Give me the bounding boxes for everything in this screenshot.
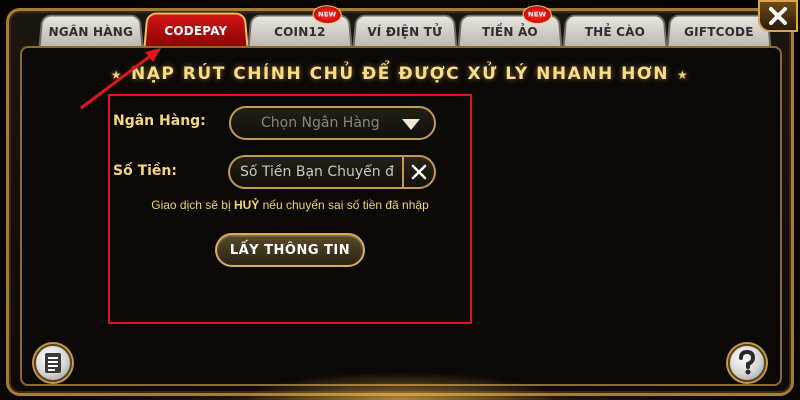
bank-select[interactable]: Chọn Ngân Hàng xyxy=(229,106,436,140)
notice-emphasis: HUỶ xyxy=(233,198,260,212)
question-mark-icon xyxy=(739,350,756,375)
history-button[interactable] xyxy=(34,344,72,382)
tab-giftcode[interactable]: GIFTCODE xyxy=(666,14,772,49)
bank-label: Ngân Hàng: xyxy=(113,113,206,129)
tab-label: NGÂN HÀNG xyxy=(48,25,134,40)
tab-label: TIỀN ẢO xyxy=(481,25,539,40)
list-document-icon xyxy=(45,353,61,373)
notice-text: nếu chuyển sai số tiền đã nhập xyxy=(259,198,429,212)
caret-down-icon xyxy=(402,119,420,130)
close-icon xyxy=(769,7,787,25)
new-badge: NEW xyxy=(312,5,343,24)
tab-label: VÍ ĐIỆN TỬ xyxy=(366,25,444,40)
cancel-warning: Giao dịch sẽ bị HUỶ nếu chuyển sai số ti… xyxy=(108,198,472,212)
x-icon xyxy=(411,164,427,180)
star-icon: ★ xyxy=(676,68,690,82)
clear-amount-button[interactable] xyxy=(402,155,436,189)
bank-select-value: Chọn Ngân Hàng xyxy=(261,115,380,131)
tab-label: COIN12 xyxy=(274,25,327,40)
tab-the-cao[interactable]: THẺ CÀO xyxy=(562,14,667,49)
help-button[interactable] xyxy=(728,344,766,382)
tab-label: GIFTCODE xyxy=(683,25,755,40)
page-heading-text: NẠP RÚT CHÍNH CHỦ ĐỂ ĐƯỢC XỬ LÝ NHANH HƠ… xyxy=(131,64,669,84)
amount-input[interactable] xyxy=(228,155,403,189)
decorative-glow xyxy=(240,372,560,400)
new-badge: NEW xyxy=(521,5,552,24)
notice-text: Giao dịch sẽ bị xyxy=(151,198,234,212)
tab-label: CODEPAY xyxy=(163,24,228,39)
tab-label: THẺ CÀO xyxy=(583,25,646,40)
tab-coin12[interactable]: COIN12 NEW xyxy=(247,5,353,49)
close-button[interactable] xyxy=(758,0,798,32)
tab-vi-dien-tu[interactable]: VÍ ĐIỆN TỬ xyxy=(352,14,458,49)
tab-tien-ao[interactable]: TIỀN ẢO NEW xyxy=(457,5,563,49)
get-info-button[interactable]: LẤY THÔNG TIN xyxy=(215,233,365,267)
amount-label: Số Tiền: xyxy=(113,163,177,179)
